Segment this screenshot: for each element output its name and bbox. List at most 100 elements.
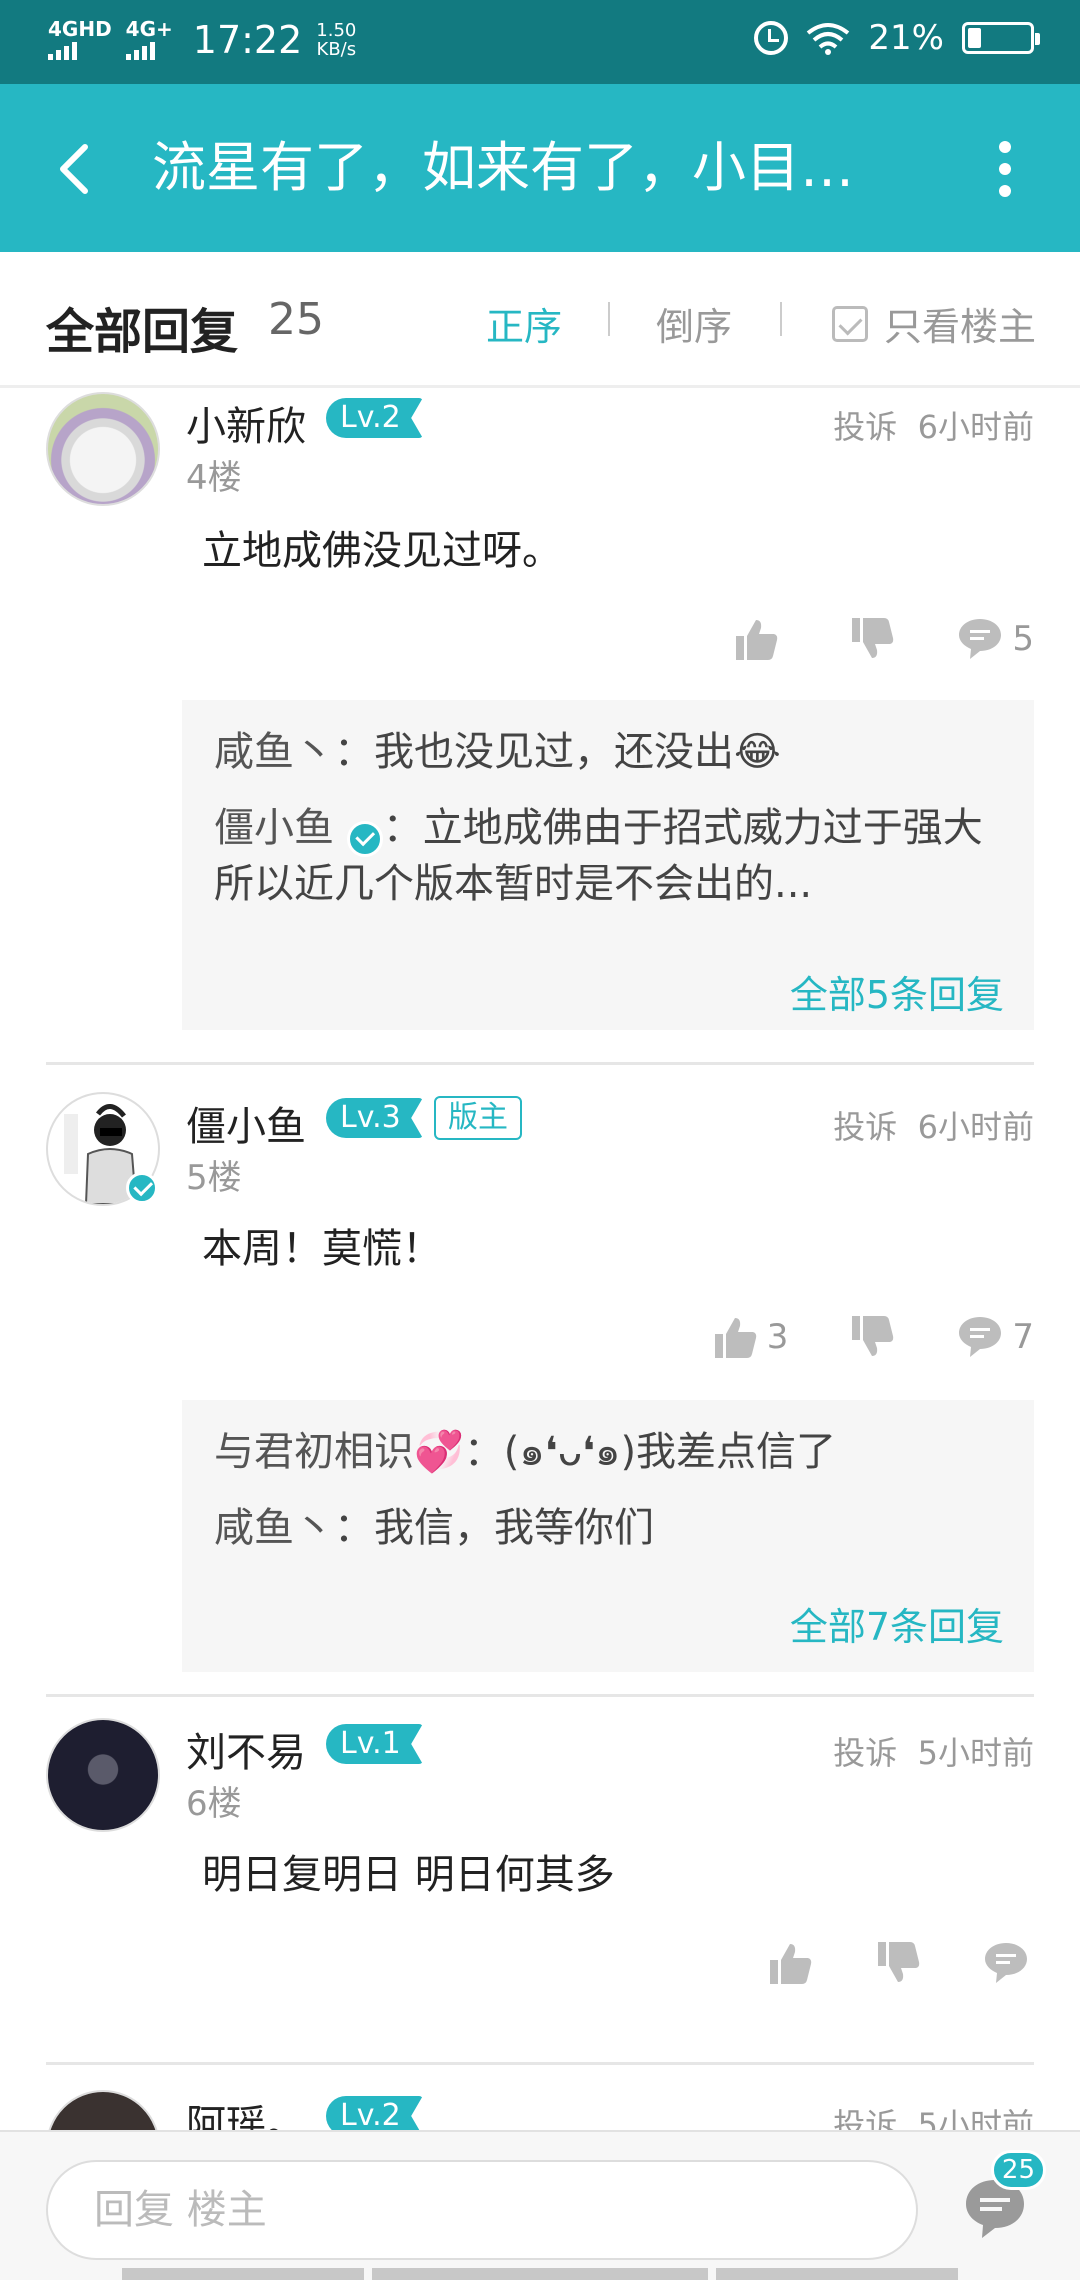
more-dot-icon bbox=[999, 141, 1011, 153]
thumb-up-icon bbox=[770, 1944, 812, 1984]
reply-preview-box[interactable]: 与君初相识💞：(๑❛ᴗ❛๑)我差点信了 咸鱼丶：我信，我等你们 全部7条回复 bbox=[182, 1400, 1034, 1672]
sort-desc-tab[interactable]: 倒序 bbox=[656, 296, 732, 351]
nav-indicator bbox=[122, 2268, 364, 2280]
verified-icon bbox=[126, 1172, 158, 1204]
page-title: 流星有了，如来有了，小目… bbox=[152, 136, 854, 199]
post-time: 6小时前 bbox=[917, 408, 1034, 446]
reply-user[interactable]: 咸鱼丶 bbox=[214, 1505, 334, 1551]
only-host-label: 只看楼主 bbox=[883, 305, 1036, 349]
post-divider bbox=[46, 2062, 1034, 2065]
battery-percent: 21% bbox=[868, 18, 944, 58]
chevron-left-icon bbox=[60, 144, 88, 194]
comment-count-badge: 25 bbox=[990, 2150, 1046, 2190]
checkbox-icon bbox=[831, 305, 868, 342]
reply-user[interactable]: 与君初相识💞 bbox=[214, 1429, 464, 1475]
post-actions: 3 7 bbox=[711, 1314, 1034, 1360]
comment-button[interactable] bbox=[982, 1940, 1030, 1986]
post-divider bbox=[46, 1062, 1034, 1065]
like-button[interactable] bbox=[732, 616, 788, 662]
clock: 17:22 bbox=[192, 18, 303, 62]
level-badge: Lv.3 bbox=[326, 1098, 423, 1138]
post-content: 明日复明日 明日何其多 bbox=[202, 1852, 615, 1898]
report-link[interactable]: 投诉 bbox=[833, 1108, 897, 1146]
avatar[interactable] bbox=[46, 1718, 160, 1832]
post-item: 阿瑶。 Lv.2 投诉 5小时前 bbox=[0, 2090, 1080, 2130]
view-all-replies-link[interactable]: 全部7条回复 bbox=[790, 1596, 1004, 1651]
thumb-down-icon bbox=[852, 618, 894, 658]
reply-item: 咸鱼丶：我信，我等你们 bbox=[214, 1500, 1004, 1556]
level-badge: Lv.1 bbox=[326, 1724, 423, 1764]
dislike-button[interactable] bbox=[848, 1314, 896, 1360]
username[interactable]: 阿瑶。 bbox=[186, 2092, 306, 2130]
moderator-badge: 版主 bbox=[434, 1096, 522, 1140]
report-link[interactable]: 投诉 bbox=[833, 2106, 897, 2130]
level-badge: Lv.2 bbox=[326, 398, 423, 438]
reply-list: 小新欣 Lv.2 投诉 6小时前 4楼 立地成佛没见过呀。 5 咸鱼丶：我也没见… bbox=[0, 388, 1080, 2130]
network-speed-unit: KB/s bbox=[316, 39, 357, 60]
thumb-down-icon bbox=[852, 1316, 894, 1356]
reply-user[interactable]: 咸鱼丶 bbox=[214, 729, 334, 775]
post-meta: 投诉 6小时前 bbox=[833, 1102, 1034, 1148]
floor-number: 4楼 bbox=[186, 458, 242, 498]
reply-text: ：我信，我等你们 bbox=[334, 1505, 654, 1551]
network-speed: 1.50 KB/s bbox=[316, 21, 356, 59]
post-content: 本周！莫慌！ bbox=[202, 1226, 442, 1272]
only-host-toggle[interactable]: 只看楼主 bbox=[831, 296, 1036, 351]
status-bar: 4GHD 4G+ 17:22 1.50 KB/s 21% bbox=[0, 0, 1080, 84]
bottom-reply-bar: 回复 楼主 25 bbox=[0, 2130, 1080, 2280]
report-link[interactable]: 投诉 bbox=[833, 1734, 897, 1772]
level-badge: Lv.2 bbox=[326, 2096, 423, 2130]
username[interactable]: 刘不易 bbox=[186, 1720, 306, 1778]
reply-item: 与君初相识💞：(๑❛ᴗ❛๑)我差点信了 bbox=[214, 1424, 1004, 1480]
post-meta: 投诉 6小时前 bbox=[833, 402, 1034, 448]
reply-count: 25 bbox=[268, 294, 324, 345]
wifi-icon bbox=[807, 23, 850, 55]
sort-bar: 全部回复 25 正序 倒序 只看楼主 bbox=[0, 252, 1080, 388]
comment-bubble-icon bbox=[959, 1317, 1002, 1357]
back-button[interactable] bbox=[40, 134, 110, 204]
post-actions: 5 bbox=[732, 616, 1034, 662]
alarm-icon bbox=[754, 21, 789, 55]
comment-button[interactable]: 5 bbox=[956, 616, 1034, 662]
avatar[interactable] bbox=[46, 392, 160, 506]
post-item: 刘不易 Lv.1 投诉 5小时前 6楼 明日复明日 明日何其多 bbox=[0, 1718, 1080, 2090]
report-link[interactable]: 投诉 bbox=[833, 408, 897, 446]
signal-2-icon: 4G+ bbox=[125, 17, 173, 60]
nav-indicator bbox=[372, 2268, 708, 2280]
signal-2-label: 4G+ bbox=[125, 17, 173, 41]
nav-indicator bbox=[716, 2268, 958, 2280]
signal-1-icon: 4GHD bbox=[48, 17, 112, 60]
dislike-button[interactable] bbox=[848, 616, 896, 662]
signal-1-label: 4GHD bbox=[48, 17, 112, 41]
battery-icon bbox=[962, 22, 1040, 54]
view-all-replies-link[interactable]: 全部5条回复 bbox=[790, 964, 1004, 1019]
more-dot-icon bbox=[999, 185, 1011, 197]
post-meta: 投诉 5小时前 bbox=[833, 1728, 1034, 1774]
reply-text: ：(๑❛ᴗ❛๑)我差点信了 bbox=[463, 1429, 837, 1475]
like-button[interactable]: 3 bbox=[711, 1314, 788, 1360]
network-speed-value: 1.50 bbox=[316, 20, 357, 41]
post-meta: 投诉 5小时前 bbox=[833, 2100, 1034, 2130]
reply-preview-box[interactable]: 咸鱼丶：我也没见过，还没出😂 僵小鱼 ：立地成佛由于招式威力过于强大所以近几个版… bbox=[182, 700, 1034, 1030]
like-button[interactable] bbox=[766, 1940, 814, 1986]
reply-user[interactable]: 僵小鱼 bbox=[214, 805, 334, 851]
post-divider bbox=[46, 1694, 1034, 1697]
comment-count: 7 bbox=[1012, 1317, 1034, 1357]
username[interactable]: 小新欣 bbox=[186, 394, 306, 452]
post-actions bbox=[766, 1940, 1030, 1986]
post-time: 5小时前 bbox=[917, 2106, 1034, 2130]
sort-divider bbox=[780, 302, 782, 336]
sort-divider bbox=[608, 302, 610, 336]
sort-asc-tab[interactable]: 正序 bbox=[486, 296, 562, 351]
avatar[interactable] bbox=[46, 2090, 160, 2130]
reply-input[interactable]: 回复 楼主 bbox=[46, 2160, 918, 2260]
all-replies-title: 全部回复 bbox=[46, 304, 239, 360]
username[interactable]: 僵小鱼 bbox=[186, 1094, 306, 1152]
verified-icon bbox=[346, 820, 383, 857]
comment-bubble-icon bbox=[985, 1943, 1027, 1983]
comment-bubble-icon bbox=[959, 619, 1002, 659]
comment-button[interactable]: 7 bbox=[956, 1314, 1034, 1360]
more-options-button[interactable] bbox=[970, 134, 1040, 204]
floor-number: 5楼 bbox=[186, 1158, 242, 1198]
dislike-button[interactable] bbox=[874, 1940, 922, 1986]
